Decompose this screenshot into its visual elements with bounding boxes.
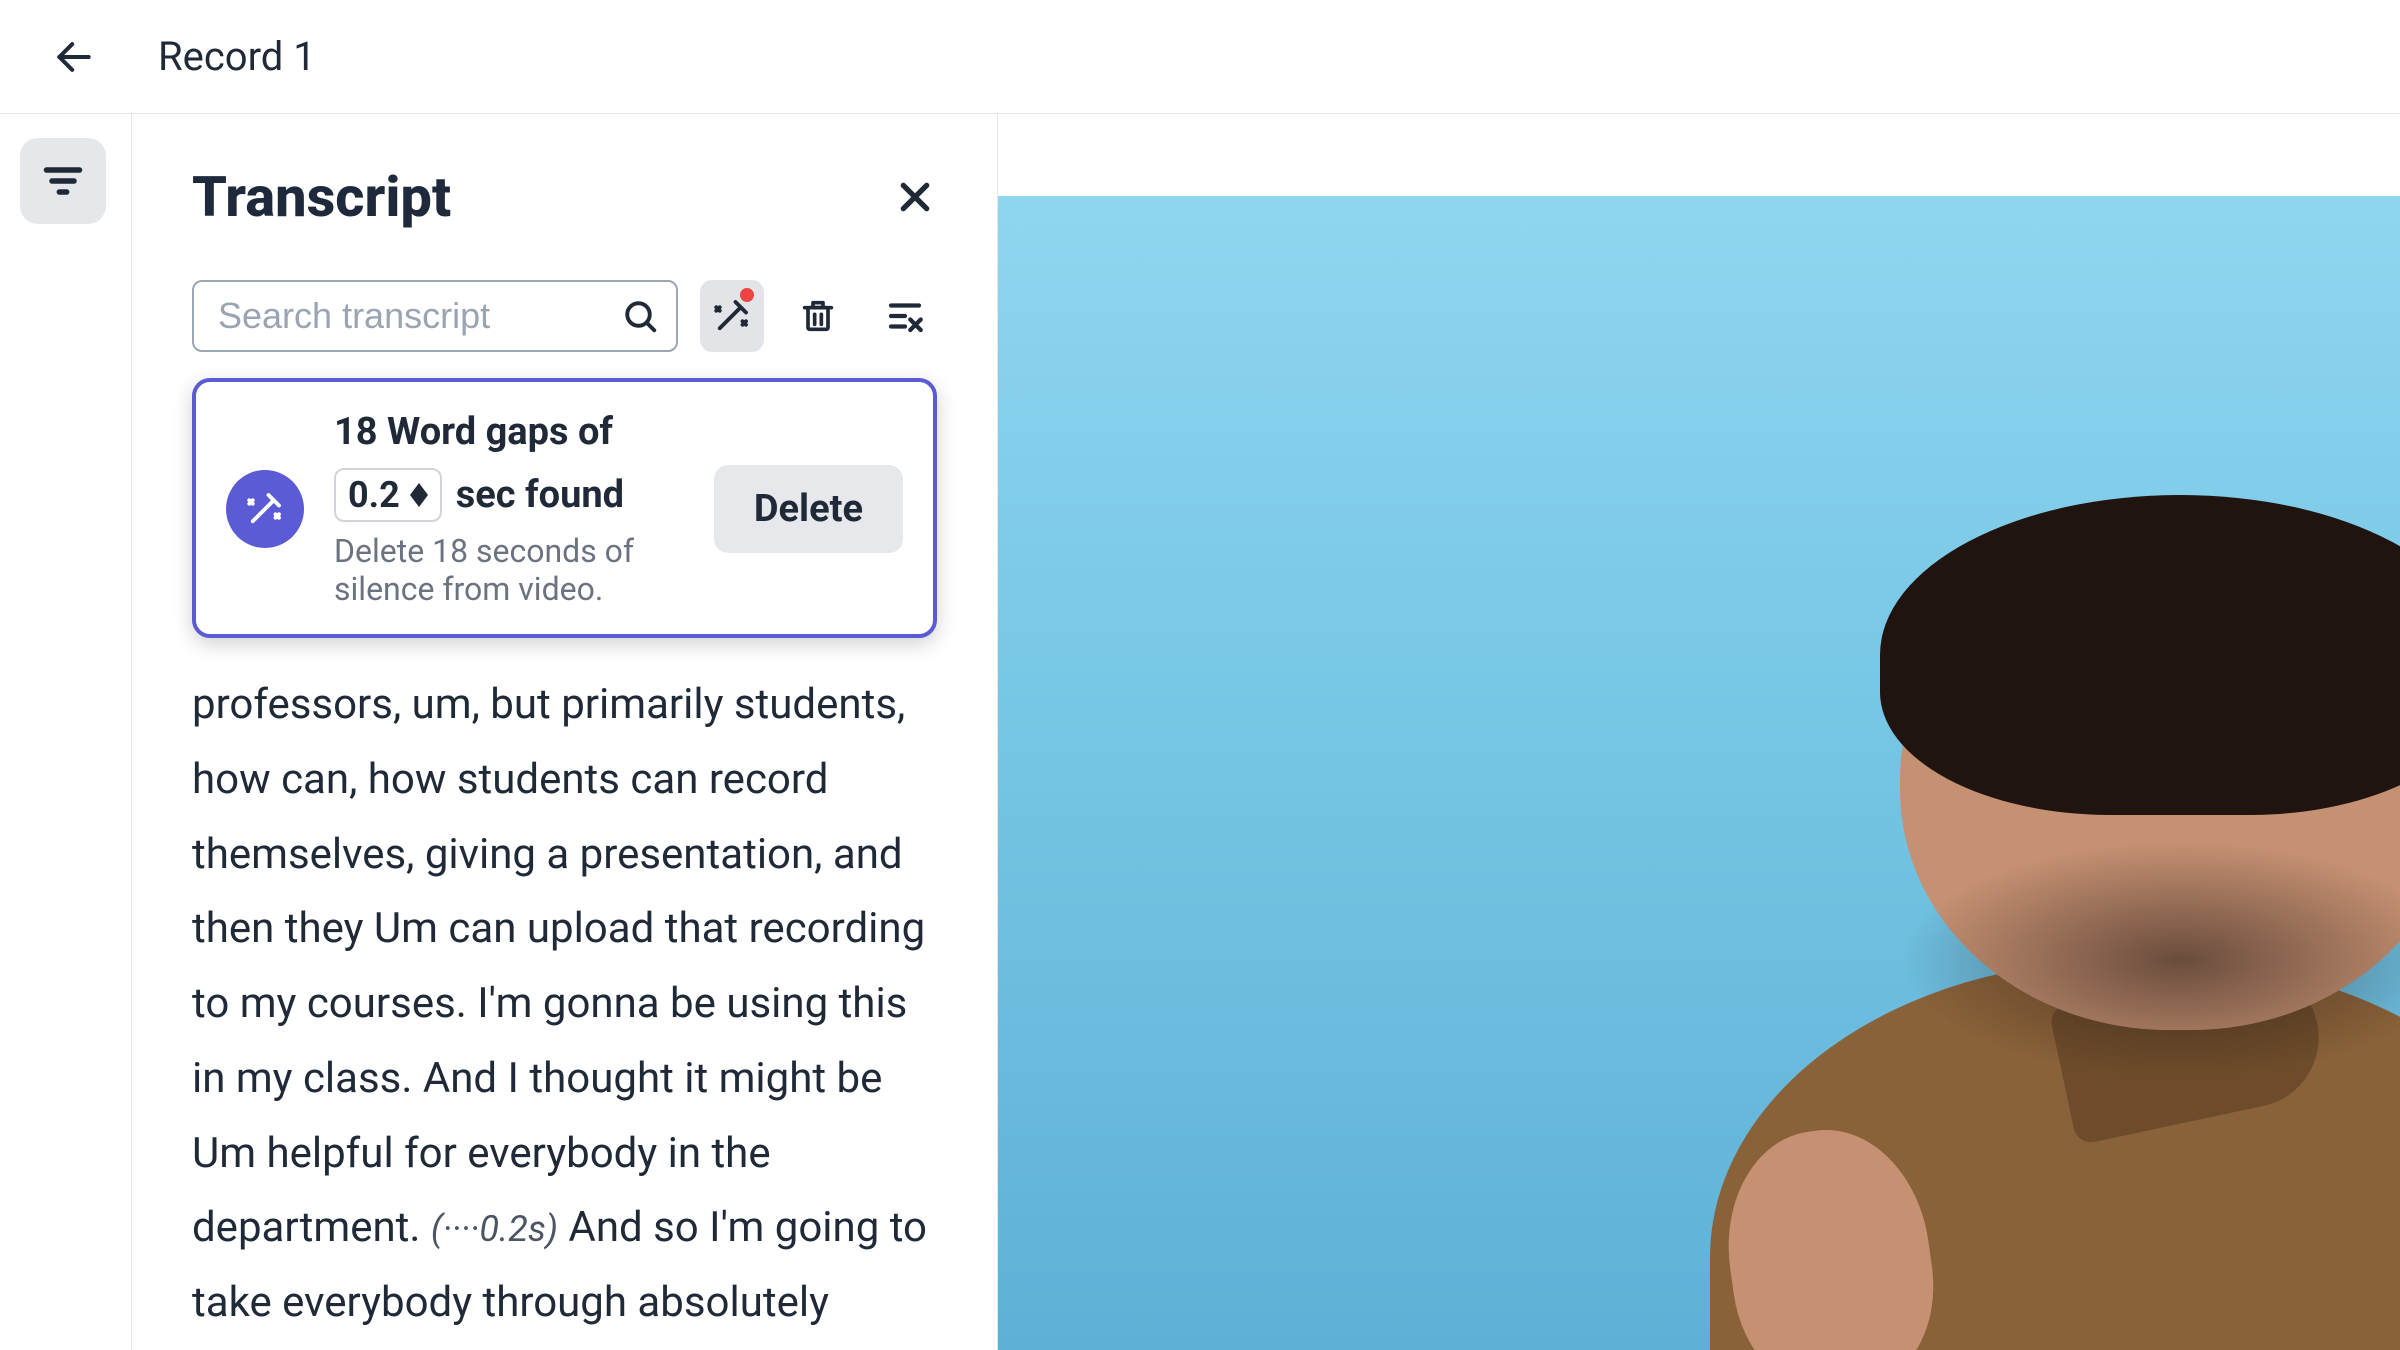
trash-icon [798,296,838,336]
gaps-unit-label: sec found [456,473,624,517]
filter-icon [41,159,85,203]
card-text: 18 Word gaps of 0.2 sec found Delete 18 … [334,410,684,608]
transcript-body[interactable]: professors, um, but primarily students, … [192,668,937,1350]
transcript-pane: Transcript [132,114,998,1350]
close-transcript-button[interactable] [893,175,937,219]
close-icon [895,177,935,217]
stepper-arrows-icon [410,483,428,507]
person-illustration [1780,530,2400,1350]
gaps-count-label: 18 Word gaps of [334,410,613,454]
clear-list-button[interactable] [873,280,937,352]
magic-wand-icon [244,488,286,530]
app-header: Record 1 [0,0,2400,114]
search-wrap [192,280,678,352]
search-icon [622,298,658,334]
card-headline: 18 Word gaps of 0.2 sec found [334,410,684,522]
main-area: Transcript [0,114,2400,1350]
list-x-icon [884,295,926,337]
wand-badge [226,470,304,548]
magic-wand-button[interactable] [700,280,764,352]
gap-marker: (····0.2s) [431,1208,558,1250]
search-button[interactable] [620,296,660,336]
transcript-header: Transcript [192,164,937,230]
word-gaps-card: 18 Word gaps of 0.2 sec found Delete 18 … [192,378,937,638]
transcript-title: Transcript [192,164,451,230]
gap-threshold-value: 0.2 [348,474,400,516]
left-rail [0,114,132,1350]
transcript-text: professors, um, but primarily students, … [192,680,925,1252]
card-subtitle: Delete 18 seconds of silence from video. [334,532,684,608]
arrow-left-icon [52,35,96,79]
back-button[interactable] [50,33,98,81]
delete-transcript-button[interactable] [786,280,850,352]
gap-threshold-stepper[interactable]: 0.2 [334,468,442,522]
filter-button[interactable] [20,138,106,224]
delete-gaps-button[interactable]: Delete [714,465,903,553]
search-input[interactable] [192,280,678,352]
video-preview[interactable] [998,196,2400,1350]
page-title: Record 1 [158,33,316,80]
transcript-toolbar [192,280,937,352]
